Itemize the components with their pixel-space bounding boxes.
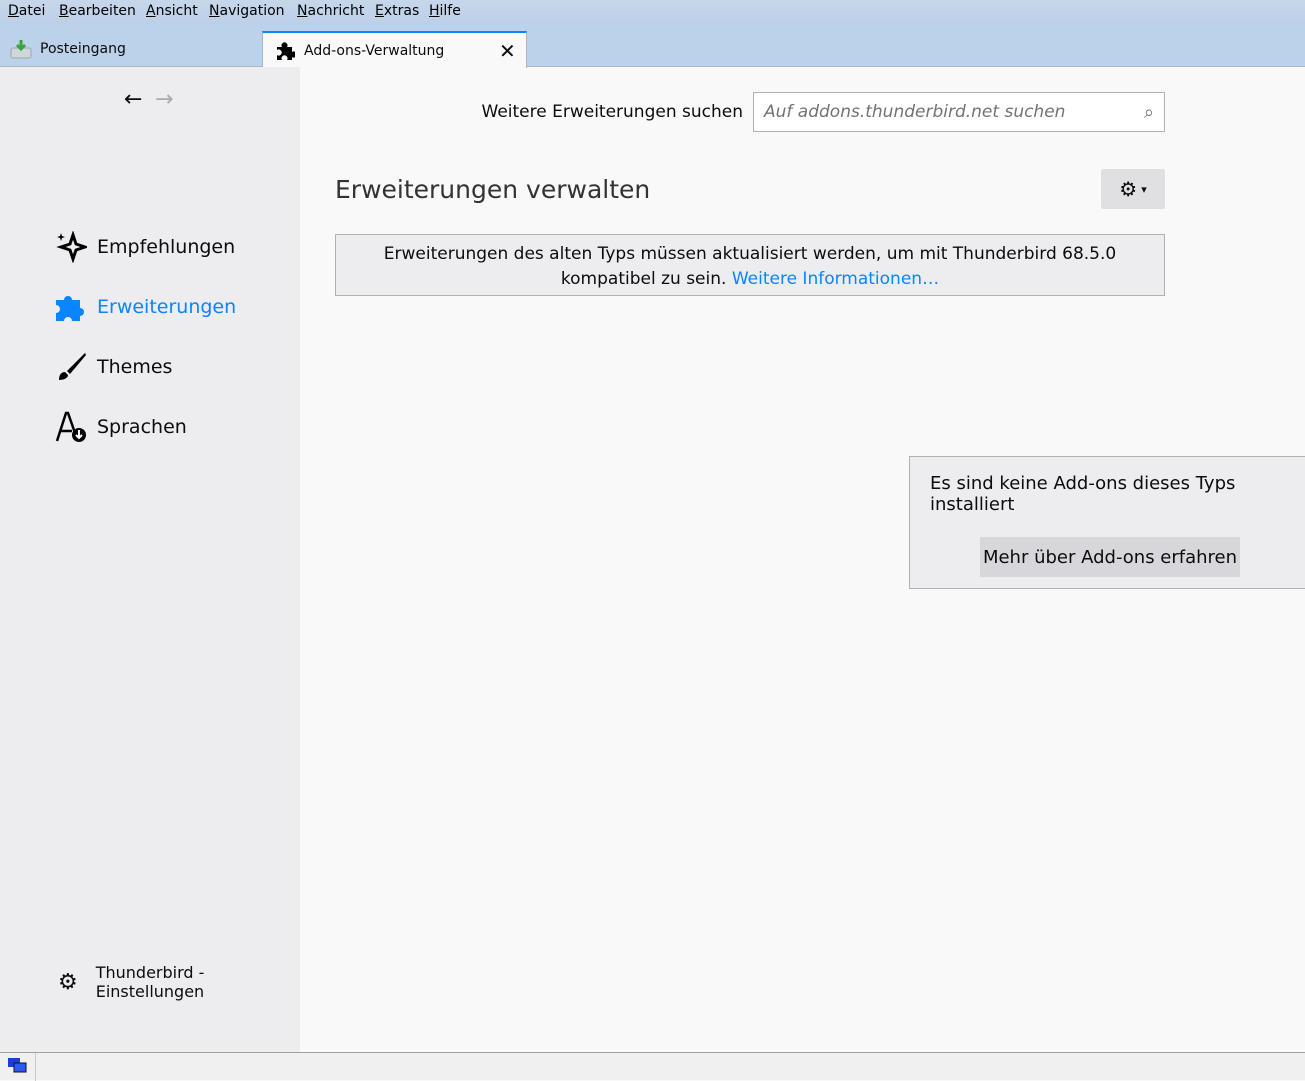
menu-ansicht[interactable]: Ansicht: [146, 3, 198, 19]
gear-icon: ⚙: [1119, 177, 1138, 201]
sidebar-item-label: Erweiterungen: [97, 296, 237, 318]
sidebar-item-empfehlungen[interactable]: Empfehlungen: [55, 231, 235, 263]
menu-navigation[interactable]: Navigation: [209, 3, 285, 19]
back-icon[interactable]: ←: [124, 87, 142, 112]
settings-label: Einstellungen: [95, 982, 205, 1001]
more-info-link[interactable]: Weitere Informationen…: [732, 269, 939, 289]
tab-addons[interactable]: Add-ons-Verwaltung ✕: [262, 31, 527, 68]
gear-icon: ⚙: [58, 969, 78, 995]
menu-extras[interactable]: Extras: [375, 3, 419, 19]
tab-label: Add-ons-Verwaltung: [304, 42, 445, 59]
search-icon: ⌕: [1143, 101, 1154, 123]
tools-menu-button[interactable]: ⚙ ▾: [1101, 169, 1165, 209]
empty-state-panel: Es sind keine Add-ons dieses Typs instal…: [909, 456, 1305, 589]
search-placeholder: Auf addons.thunderbird.net suchen: [764, 102, 1066, 122]
forward-icon[interactable]: →: [155, 87, 173, 112]
brush-icon: [59, 353, 86, 380]
sparkle-icon: [56, 231, 87, 263]
sidebar-item-themes[interactable]: Themes: [55, 351, 172, 383]
puzzle-icon: [277, 41, 295, 60]
network-icon: [8, 1058, 27, 1073]
menu-datei[interactable]: Datei: [8, 3, 45, 19]
sidebar-item-sprachen[interactable]: Sprachen: [55, 411, 187, 443]
tab-label: Posteingang: [40, 41, 126, 57]
settings-link[interactable]: ⚙ Thunderbird - Einstellungen: [58, 963, 204, 1001]
menu-hilfe[interactable]: Hilfe: [429, 3, 461, 19]
settings-label: Thunderbird -: [95, 963, 205, 982]
learn-more-button[interactable]: Mehr über Add-ons erfahren: [980, 537, 1240, 577]
puzzle-icon: [56, 296, 84, 321]
sidebar-item-label: Themes: [97, 356, 173, 378]
empty-text: Es sind keine Add-ons dieses Typs instal…: [930, 473, 1236, 515]
sidebar: ← → Empfehlungen Erweiterungen Themes Sp…: [0, 67, 300, 1052]
inbox-icon: [10, 40, 32, 59]
close-icon[interactable]: ✕: [499, 39, 516, 63]
tab-bar: Posteingang Add-ons-Verwaltung ✕: [0, 24, 1305, 68]
search-label: Weitere Erweiterungen suchen: [481, 102, 744, 122]
tab-posteingang[interactable]: Posteingang: [10, 31, 126, 67]
page-title: Erweiterungen verwalten: [335, 175, 651, 204]
sidebar-item-label: Empfehlungen: [97, 236, 236, 258]
sidebar-item-label: Sprachen: [97, 416, 187, 438]
language-icon: [55, 411, 86, 442]
status-bar: [0, 1052, 1305, 1081]
legacy-notice: Erweiterungen des alten Typs müssen aktu…: [335, 234, 1165, 296]
chevron-down-icon: ▾: [1141, 182, 1147, 196]
sidebar-item-erweiterungen[interactable]: Erweiterungen: [55, 291, 236, 323]
menu-nachricht[interactable]: Nachricht: [297, 3, 364, 19]
menu-bearbeiten[interactable]: Bearbeiten: [59, 3, 136, 19]
menu-bar: Datei Bearbeiten Ansicht Navigation Nach…: [0, 0, 1305, 24]
main-content: Weitere Erweiterungen suchen Auf addons.…: [300, 67, 1305, 1052]
search-input[interactable]: Auf addons.thunderbird.net suchen ⌕: [753, 92, 1165, 132]
